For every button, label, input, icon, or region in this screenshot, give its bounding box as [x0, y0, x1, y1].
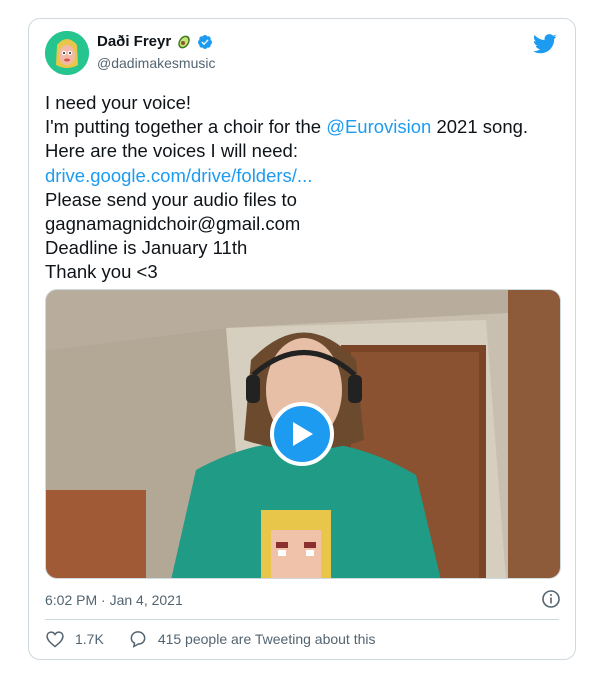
author-handle[interactable]: @dadimakesmusic — [97, 55, 215, 71]
heart-icon — [46, 631, 64, 648]
like-count: 1.7K — [75, 631, 104, 647]
display-name[interactable]: Daði Freyr — [97, 33, 171, 50]
tweet-text: I need your voice! I'm putting together … — [45, 91, 565, 285]
tweet-line: Please send your audio files to — [45, 188, 297, 210]
verified-badge-icon — [198, 34, 213, 49]
tweet-line: Thank you <3 — [45, 261, 158, 283]
email-text: gagnamagnidchoir@gmail.com — [45, 213, 301, 235]
tweet-timestamp[interactable]: 6:02 PM · Jan 4, 2021 — [45, 592, 183, 608]
divider — [45, 619, 559, 620]
twitter-bird-icon[interactable] — [533, 33, 557, 55]
info-icon[interactable] — [541, 589, 561, 609]
avatar-image — [45, 31, 89, 75]
drive-link[interactable]: drive.google.com/drive/folders/... — [45, 164, 565, 188]
tweet-actions: 1.7K 415 people are Tweeting about this — [45, 629, 400, 649]
like-button[interactable]: 1.7K — [45, 629, 104, 649]
play-icon — [293, 422, 313, 446]
author-name-row[interactable]: Daði Freyr — [97, 33, 213, 50]
tweet-line: I need your voice! — [45, 92, 192, 113]
speech-bubble-icon — [130, 631, 146, 648]
tweet-line-text: 2021 song. — [431, 116, 529, 138]
video-media[interactable] — [45, 289, 561, 579]
tweet-line: I'm putting together a choir for the @Eu… — [45, 115, 565, 139]
conversation-text: 415 people are Tweeting about this — [157, 631, 376, 647]
play-button[interactable] — [270, 402, 334, 466]
mention-link[interactable]: @Eurovision — [326, 116, 431, 137]
tweet-card[interactable]: Daði Freyr @dadimakesmusic I need your v… — [28, 18, 576, 660]
avocado-icon — [178, 35, 190, 48]
tweet-line-text: I'm putting together a choir for the — [45, 116, 327, 138]
avatar[interactable] — [45, 31, 89, 75]
tweet-line: Deadline is January 11th — [45, 237, 248, 259]
conversation-button[interactable]: 415 people are Tweeting about this — [128, 629, 376, 649]
tweet-line: Here are the voices I will need: — [45, 140, 298, 162]
